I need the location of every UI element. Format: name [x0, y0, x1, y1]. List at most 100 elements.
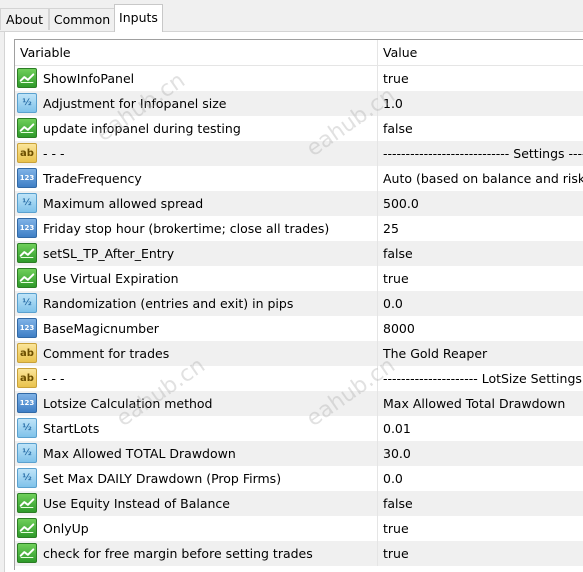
tab-about-label: About: [6, 12, 43, 27]
variable-name: - - -: [43, 371, 65, 386]
variable-value[interactable]: 8000: [383, 316, 415, 341]
column-divider: [377, 491, 378, 516]
variable-name: check for free margin before setting tra…: [43, 546, 313, 561]
table-row[interactable]: 123 Friday stop hour (brokertime; close a…: [15, 216, 583, 241]
column-divider: [377, 516, 378, 541]
tab-common[interactable]: Common: [49, 8, 115, 30]
variable-name: TradeFrequency: [43, 171, 142, 186]
table-row[interactable]: update infopanel during testing false: [15, 116, 583, 141]
variable-name: StartLots: [43, 421, 100, 436]
variable-value[interactable]: 30.0: [383, 441, 411, 466]
variable-name: Randomization (entries and exit) in pips: [43, 296, 294, 311]
variable-name: Maximum allowed spread: [43, 196, 204, 211]
column-divider: [377, 441, 378, 466]
double-type-icon: ½: [17, 93, 37, 113]
table-row[interactable]: OnlyUp true: [15, 516, 583, 541]
table-row[interactable]: 123 Lotsize Calculation method Max Allowed…: [15, 391, 583, 416]
variable-value[interactable]: The Gold Reaper: [383, 341, 487, 366]
variable-value[interactable]: true: [383, 516, 409, 541]
tab-inputs[interactable]: Inputs: [114, 4, 163, 32]
string-type-icon: ab: [17, 343, 37, 363]
variable-value[interactable]: --------------------- LotSize Settings -…: [383, 366, 583, 391]
column-divider: [377, 216, 378, 241]
table-row[interactable]: check for free margin before setting tra…: [15, 541, 583, 566]
string-type-icon: ab: [17, 368, 37, 388]
column-divider: [377, 541, 378, 566]
table-row[interactable]: ab - - - ---------------------------- Sett…: [15, 141, 583, 166]
tab-bar: About Common Inputs: [0, 0, 583, 33]
integer-type-icon: 123: [17, 168, 37, 188]
tab-common-label: Common: [53, 12, 111, 27]
bool-toggle-icon: [17, 493, 37, 513]
table-row[interactable]: ½ StartLots 0.01: [15, 416, 583, 441]
variable-name: Adjustment for Infopanel size: [43, 96, 227, 111]
column-header-value[interactable]: Value: [383, 40, 417, 65]
variable-value[interactable]: false: [383, 116, 413, 141]
bool-toggle-icon: [17, 243, 37, 263]
variable-value[interactable]: false: [383, 241, 413, 266]
variable-name: Use Equity Instead of Balance: [43, 496, 230, 511]
variable-value[interactable]: 25: [383, 216, 399, 241]
integer-type-icon: 123: [17, 393, 37, 413]
variable-name: - - -: [43, 146, 65, 161]
variable-value[interactable]: true: [383, 66, 409, 91]
variable-name: Lotsize Calculation method: [43, 396, 213, 411]
table-row[interactable]: ½ Max Allowed TOTAL Drawdown 30.0: [15, 441, 583, 466]
double-type-icon: ½: [17, 468, 37, 488]
variable-value[interactable]: Max Allowed Total Drawdown: [383, 391, 565, 416]
column-divider: [377, 241, 378, 266]
string-type-icon: ab: [17, 143, 37, 163]
table-row[interactable]: 123 TradeFrequency Auto (based on balance …: [15, 166, 583, 191]
bool-toggle-icon: [17, 268, 37, 288]
variable-name: Comment for trades: [43, 346, 170, 361]
tab-about[interactable]: About: [0, 8, 49, 30]
variable-value[interactable]: false: [383, 491, 413, 516]
variable-name: Set Max DAILY Drawdown (Prop Firms): [43, 471, 282, 486]
column-divider: [377, 191, 378, 216]
column-divider: [377, 466, 378, 491]
table-row[interactable]: ShowInfoPanel true: [15, 66, 583, 91]
table-row[interactable]: Use Equity Instead of Balance false: [15, 491, 583, 516]
variable-value[interactable]: 0.01: [383, 416, 411, 441]
table-row[interactable]: ½ Adjustment for Infopanel size 1.0: [15, 91, 583, 116]
column-divider: [377, 166, 378, 191]
table-row[interactable]: setSL_TP_After_Entry false: [15, 241, 583, 266]
column-divider: [377, 341, 378, 366]
column-divider: [377, 291, 378, 316]
table-row[interactable]: ½ Maximum allowed spread 500.0: [15, 191, 583, 216]
double-type-icon: ½: [17, 193, 37, 213]
table-row[interactable]: Use Virtual Expiration true: [15, 266, 583, 291]
variable-value[interactable]: 0.0: [383, 291, 403, 316]
double-type-icon: ½: [17, 418, 37, 438]
variable-value[interactable]: Auto (based on balance and risk): [383, 166, 583, 191]
integer-type-icon: 123: [17, 318, 37, 338]
tab-inputs-label: Inputs: [119, 10, 158, 25]
inputs-table[interactable]: Variable Value ShowInfoPanel true ½ Adjustm…: [14, 39, 583, 570]
column-divider: [377, 141, 378, 166]
column-divider: [377, 391, 378, 416]
variable-name: setSL_TP_After_Entry: [43, 246, 175, 261]
variable-name: update infopanel during testing: [43, 121, 241, 136]
variable-value[interactable]: ---------------------------- Settings --…: [383, 141, 583, 166]
column-header-variable[interactable]: Variable: [20, 40, 71, 65]
bool-toggle-icon: [17, 543, 37, 563]
column-divider: [377, 366, 378, 391]
table-row[interactable]: ½ Randomization (entries and exit) in pip…: [15, 291, 583, 316]
double-type-icon: ½: [17, 293, 37, 313]
variable-value[interactable]: 0.0: [383, 466, 403, 491]
variable-value[interactable]: 1.0: [383, 91, 403, 116]
table-row[interactable]: ½ Set Max DAILY Drawdown (Prop Firms) 0.0: [15, 466, 583, 491]
variable-name: BaseMagicnumber: [43, 321, 159, 336]
column-divider: [377, 66, 378, 91]
table-row[interactable]: 123 BaseMagicnumber 8000: [15, 316, 583, 341]
column-divider: [377, 316, 378, 341]
double-type-icon: ½: [17, 443, 37, 463]
variable-name: Max Allowed TOTAL Drawdown: [43, 446, 236, 461]
variable-value[interactable]: true: [383, 266, 409, 291]
integer-type-icon: 123: [17, 218, 37, 238]
variable-value[interactable]: true: [383, 541, 409, 566]
variable-value[interactable]: 500.0: [383, 191, 419, 216]
table-row[interactable]: ab - - - --------------------- LotSize Set…: [15, 366, 583, 391]
column-divider[interactable]: [377, 40, 378, 65]
table-row[interactable]: ab Comment for trades The Gold Reaper: [15, 341, 583, 366]
